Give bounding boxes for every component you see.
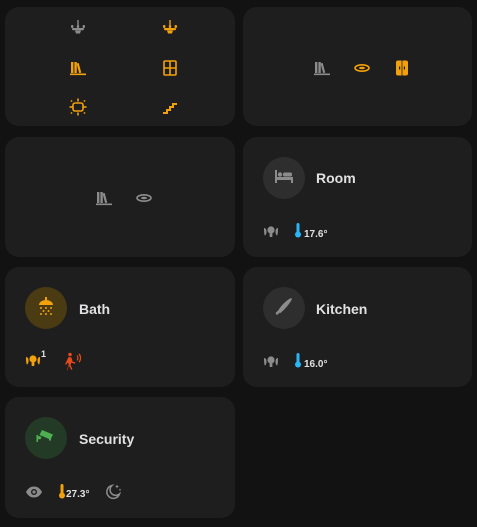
chandelier-icon[interactable] [161,19,179,37]
security-title: Security [79,431,135,447]
kitchen-card[interactable]: Kitchen 16.0° [243,267,472,387]
wardrobe-light-icon[interactable] [393,59,411,77]
bookshelf-light-icon[interactable] [95,189,113,207]
lights-card-2 [243,7,472,126]
led-strip-icon[interactable] [69,98,87,116]
thermometer-icon [294,222,302,238]
kitchen-title: Kitchen [316,301,368,317]
lightbulb-group-icon[interactable] [263,224,279,240]
ceiling-light-icon[interactable] [135,189,153,207]
bath-title: Bath [79,301,111,317]
lightbulb-group-icon[interactable] [263,354,279,370]
thermometer-icon [58,483,66,499]
lightbulb-group-icon[interactable] [25,353,41,369]
security-card[interactable]: Security 27.3° [5,397,235,518]
motion-sensor-icon[interactable] [63,352,83,370]
room-icon-circle[interactable] [263,157,305,199]
bookshelf-light-icon[interactable] [313,59,331,77]
chandelier-icon[interactable] [69,19,87,37]
kitchen-icon-circle[interactable] [263,287,305,329]
bed-icon [274,168,294,189]
lights-card [5,7,235,126]
bookshelf-light-icon[interactable] [69,59,87,77]
ceiling-light-icon[interactable] [353,59,371,77]
eye-icon[interactable] [25,485,43,499]
security-temperature: 27.3° [66,489,90,500]
thermometer-icon [294,352,302,368]
light-count-badge: 1 [41,349,47,359]
room-card[interactable]: Room 17.6° [243,137,472,257]
shower-icon [36,296,56,321]
window-light-icon[interactable] [161,59,179,77]
bath-icon-circle[interactable] [25,287,67,329]
cctv-icon [36,426,56,451]
stairs-light-icon[interactable] [161,98,179,116]
knife-icon [274,296,294,321]
room-title: Room [316,170,356,186]
moon-stars-icon[interactable] [104,483,122,501]
kitchen-temperature: 16.0° [304,359,328,370]
room-temperature: 17.6° [304,229,328,240]
security-icon-circle[interactable] [25,417,67,459]
bath-card[interactable]: Bath 1 [5,267,235,387]
lights-card-3 [5,137,235,257]
